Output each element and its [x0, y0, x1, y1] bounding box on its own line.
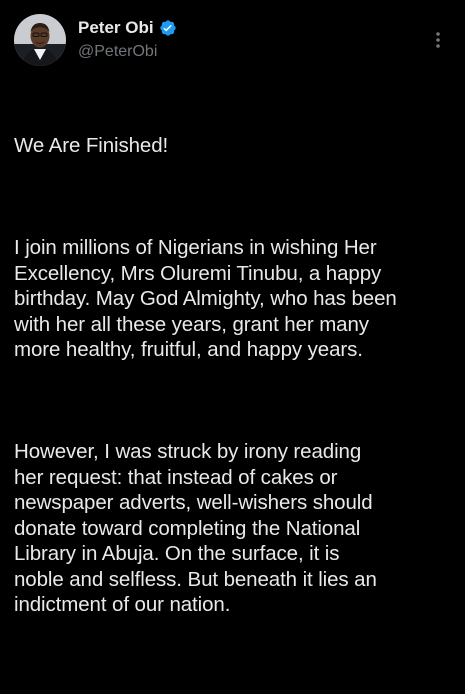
more-vertical-icon[interactable] [428, 28, 448, 52]
tweet-paragraph: I join millions of Nigerians in wishing … [14, 236, 397, 361]
avatar-image [14, 14, 66, 66]
tweet-header: Peter Obi @PeterObi [14, 14, 454, 70]
author-name-row: Peter Obi [78, 17, 177, 39]
author-display-name[interactable]: Peter Obi [78, 17, 154, 39]
verified-badge-icon [159, 19, 177, 37]
tweet-paragraph: We Are Finished! [14, 134, 169, 157]
tweet-text: We Are Finished! I join millions of Nige… [14, 82, 459, 694]
tweet-paragraph: However, I was struck by irony reading h… [14, 440, 377, 616]
avatar[interactable] [14, 14, 66, 66]
author-handle[interactable]: @PeterObi [78, 42, 157, 62]
tweet-card: Peter Obi @PeterObi We Are Finished! I j… [0, 0, 465, 616]
